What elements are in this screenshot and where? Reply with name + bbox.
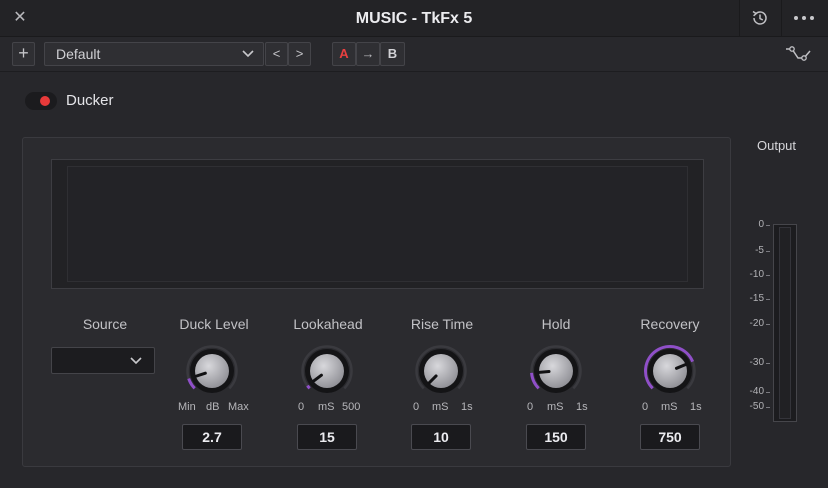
chevron-down-icon <box>242 50 254 58</box>
rise-time-value[interactable]: 10 <box>411 424 471 450</box>
meter-tick-label: -40 <box>749 386 764 397</box>
lookahead-knob[interactable] <box>299 343 355 399</box>
divider <box>739 0 740 37</box>
lookahead-unit: mS <box>318 401 335 413</box>
hold-label: Hold <box>541 316 571 332</box>
source-dropdown[interactable] <box>51 347 155 374</box>
ab-compare-a-button[interactable]: A <box>332 42 356 66</box>
meter-tick-mark <box>766 299 770 300</box>
meter-tick-mark <box>766 363 770 364</box>
ab-copy-button[interactable]: → <box>356 42 380 66</box>
window-title: MUSIC - TkFx 5 <box>355 10 473 27</box>
ab-compare-b-button[interactable]: B <box>380 42 405 66</box>
knob-cap <box>653 354 687 388</box>
duck-level-value[interactable]: 2.7 <box>182 424 242 450</box>
divider <box>781 0 782 37</box>
hold-unit: mS <box>547 401 564 413</box>
rise-time-knob[interactable] <box>413 343 469 399</box>
meter-tick-mark <box>766 392 770 393</box>
recovery-unit: mS <box>661 401 678 413</box>
add-preset-button[interactable]: + <box>12 42 35 66</box>
recovery-scale-min: 0 <box>642 401 649 413</box>
meter-tick-mark <box>766 407 770 408</box>
rise-time-label: Rise Time <box>410 316 474 332</box>
waveform-icon[interactable] <box>784 44 814 64</box>
recovery-scale-max: 1s <box>690 401 702 413</box>
display-area <box>67 166 688 282</box>
hold-value[interactable]: 150 <box>526 424 586 450</box>
lookahead-scale-max: 500 <box>342 401 361 413</box>
meter-tick-mark <box>766 324 770 325</box>
ducker-toggle[interactable] <box>25 92 57 110</box>
previous-preset-button[interactable]: < <box>265 42 288 66</box>
chevron-right-icon: > <box>295 46 304 61</box>
meter-tick-label: -20 <box>749 318 764 329</box>
duck-level-unit: dB <box>206 401 220 413</box>
recovery-value[interactable]: 750 <box>640 424 700 450</box>
hold-scale-max: 1s <box>576 401 588 413</box>
chevron-left-icon: < <box>272 46 281 61</box>
ducker-label: Ducker <box>66 92 114 109</box>
ab-b-label: B <box>387 46 398 61</box>
preset-toolbar: + Default < > A → B <box>0 37 828 72</box>
recovery-label: Recovery <box>640 316 700 332</box>
title-bar: ✕ MUSIC - TkFx 5 <box>0 0 828 37</box>
hold-knob[interactable] <box>528 343 584 399</box>
preset-dropdown[interactable]: Default <box>44 42 264 66</box>
output-label: Output <box>757 138 797 153</box>
more-icon[interactable] <box>791 6 817 30</box>
knob-indicator <box>537 370 551 374</box>
source-label: Source <box>82 316 128 332</box>
knob-cap <box>310 354 344 388</box>
knob-value-arc <box>306 384 311 390</box>
meter-tick-mark <box>766 275 770 276</box>
lookahead-value[interactable]: 15 <box>297 424 357 450</box>
ab-a-label: A <box>339 46 349 61</box>
rise-time-unit: mS <box>432 401 449 413</box>
duck-level-scale-max: Max <box>228 401 249 413</box>
recovery-knob[interactable] <box>642 343 698 399</box>
meter-tick-label: -15 <box>749 293 764 304</box>
duck-level-label: Duck Level <box>179 316 249 332</box>
meter-tick-mark <box>766 251 770 252</box>
meter-tick-label: -50 <box>749 401 764 412</box>
meter-tick-label: -10 <box>749 269 764 280</box>
hold-scale-min: 0 <box>527 401 534 413</box>
knob-cap <box>195 354 229 388</box>
rise-time-scale-min: 0 <box>413 401 420 413</box>
meter-tick-label: -30 <box>749 357 764 368</box>
arrow-right-icon: → <box>361 46 375 61</box>
meter-tick-label: -5 <box>755 245 764 256</box>
meter-tick-label: 0 <box>758 219 764 230</box>
history-icon[interactable] <box>747 6 773 30</box>
next-preset-button[interactable]: > <box>288 42 311 66</box>
meter-channel <box>779 227 791 419</box>
output-meter <box>773 224 797 422</box>
duck-level-scale-min: Min <box>178 401 196 413</box>
rise-time-scale-max: 1s <box>461 401 473 413</box>
ducking-display <box>51 159 704 289</box>
toggle-indicator <box>40 96 50 106</box>
lookahead-scale-min: 0 <box>298 401 305 413</box>
chevron-down-icon <box>130 357 142 365</box>
preset-label: Default <box>56 46 101 62</box>
duck-level-knob[interactable] <box>184 343 240 399</box>
lookahead-label: Lookahead <box>293 316 363 332</box>
meter-tick-mark <box>766 225 770 226</box>
